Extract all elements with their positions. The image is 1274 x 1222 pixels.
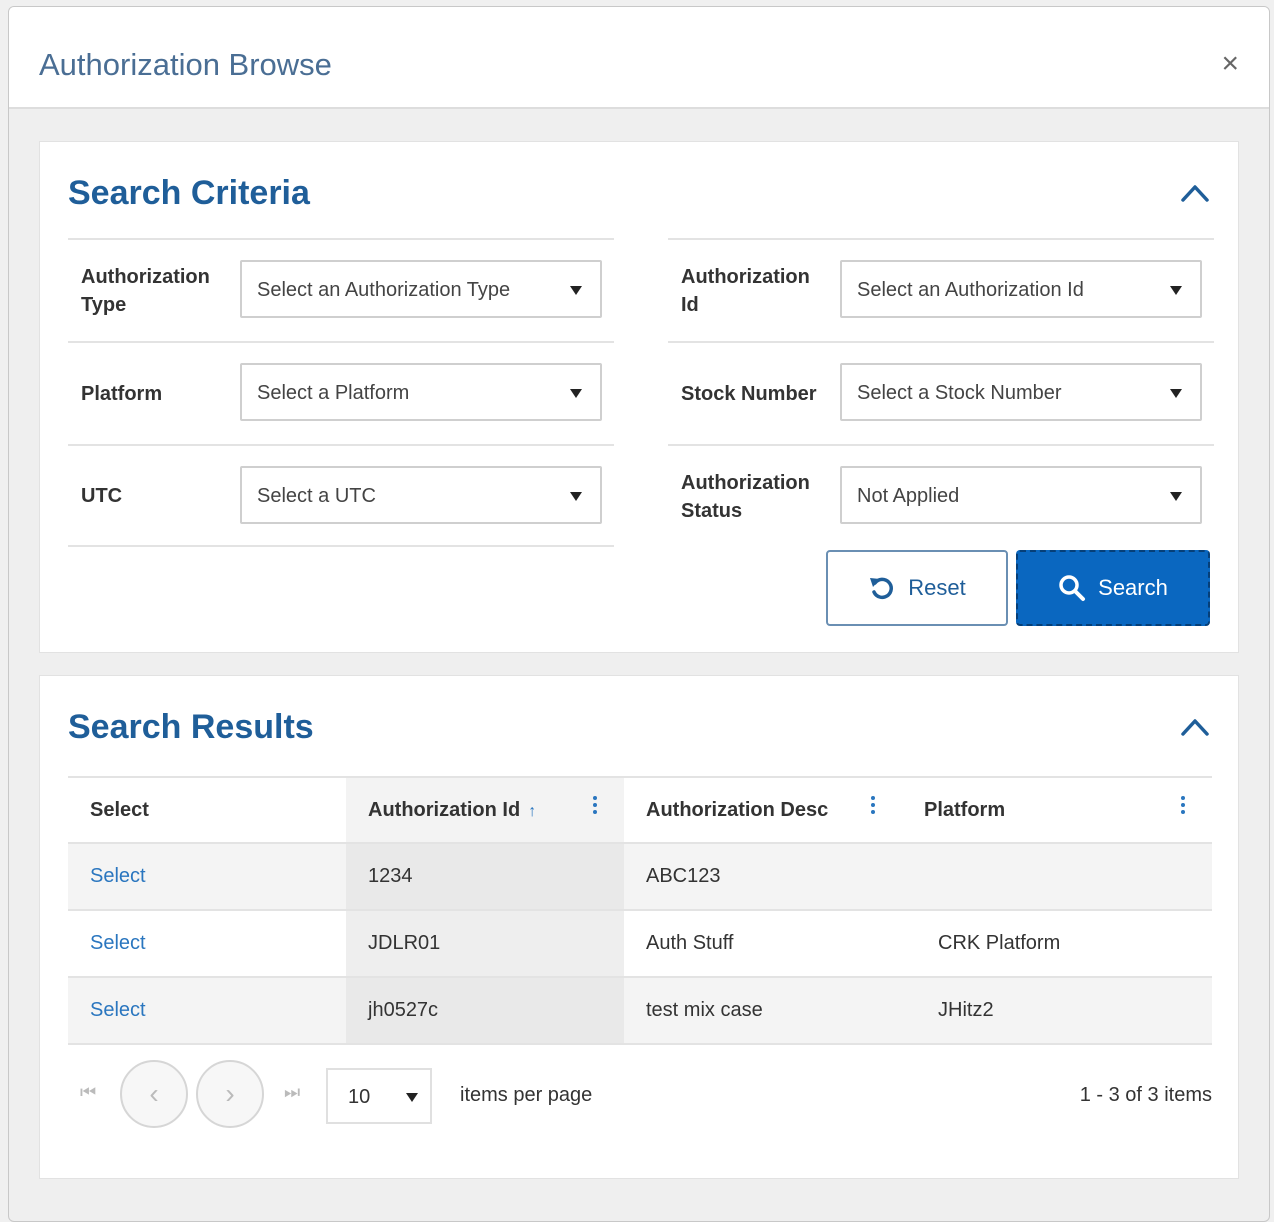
caret-down-icon bbox=[1170, 389, 1182, 398]
select-link[interactable]: Select bbox=[90, 865, 146, 887]
authorization-id-select[interactable]: Select an Authorization Id bbox=[840, 260, 1202, 318]
column-header-label: Select bbox=[90, 798, 149, 821]
platform-label: Platform bbox=[81, 382, 163, 405]
select-link[interactable]: Select bbox=[90, 932, 146, 954]
table-header-row: Select Authorization Id ↑ Authorization D… bbox=[68, 776, 1212, 843]
search-results-panel: Search Results Select Authorization Id ↑ … bbox=[39, 675, 1239, 1179]
search-label: Search bbox=[1098, 575, 1168, 600]
chevron-up-icon bbox=[1181, 185, 1209, 202]
pager: ⏮ ‹ › ⏭ 10 items per page 1 - 3 of 3 ite… bbox=[68, 1060, 1212, 1132]
search-button[interactable]: Search bbox=[1016, 550, 1210, 626]
authorization-type-value: Select an Authorization Type bbox=[257, 279, 511, 301]
stock-number-label: Stock Number bbox=[681, 382, 817, 405]
cell-authorization-id: jh0527c bbox=[346, 976, 624, 1045]
page-size-value: 10 bbox=[348, 1086, 371, 1108]
cell-platform bbox=[902, 842, 1212, 910]
form-row-platform: Platform Select a Platform bbox=[68, 341, 614, 444]
authorization-status-label: Authorization Status bbox=[681, 471, 810, 522]
sort-ascending-icon: ↑ bbox=[528, 802, 537, 820]
search-criteria-title: Search Criteria bbox=[68, 174, 310, 212]
chevron-left-icon: ‹ bbox=[149, 1078, 159, 1109]
table-row: Select JDLR01 Auth Stuff CRK Platform bbox=[68, 909, 1212, 977]
platform-value: Select a Platform bbox=[257, 382, 410, 404]
column-header-label: Platform bbox=[924, 798, 1006, 821]
next-page-button[interactable]: › bbox=[196, 1060, 264, 1128]
results-table: Select Authorization Id ↑ Authorization D… bbox=[68, 776, 1212, 1045]
platform-select[interactable]: Select a Platform bbox=[240, 363, 602, 421]
authorization-status-value: Not Applied bbox=[857, 485, 960, 507]
utc-label: UTC bbox=[81, 484, 123, 507]
caret-down-icon bbox=[1170, 492, 1182, 501]
authorization-browse-dialog: Authorization Browse × Search Criteria A… bbox=[8, 6, 1270, 1222]
cell-authorization-id: JDLR01 bbox=[346, 909, 624, 977]
column-menu-icon[interactable] bbox=[870, 796, 876, 818]
utc-select[interactable]: Select a UTC bbox=[240, 466, 602, 524]
criteria-right-column: Authorization Id Select an Authorization… bbox=[668, 238, 1214, 547]
column-header-authorization-desc[interactable]: Authorization Desc bbox=[624, 776, 902, 843]
form-row-authorization-id: Authorization Id Select an Authorization… bbox=[668, 238, 1214, 341]
items-count: 1 - 3 of 3 items bbox=[1079, 1084, 1212, 1106]
first-page-icon[interactable]: ⏮ bbox=[80, 1082, 96, 1103]
undo-icon bbox=[870, 577, 894, 600]
column-header-select: Select bbox=[68, 776, 346, 843]
table-row: Select 1234 ABC123 bbox=[68, 842, 1212, 910]
form-row-utc: UTC Select a UTC bbox=[68, 444, 614, 547]
stock-number-select[interactable]: Select a Stock Number bbox=[840, 363, 1202, 421]
items-per-page-label: items per page bbox=[460, 1084, 593, 1106]
cell-authorization-desc: ABC123 bbox=[624, 842, 902, 910]
caret-down-icon bbox=[570, 389, 582, 398]
chevron-up-icon bbox=[1181, 719, 1209, 736]
collapse-results-button[interactable] bbox=[1178, 710, 1212, 744]
select-link[interactable]: Select bbox=[90, 999, 146, 1021]
form-row-authorization-type: Authorization Type Select an Authorizati… bbox=[68, 238, 614, 341]
search-results-title: Search Results bbox=[68, 708, 314, 746]
collapse-criteria-button[interactable] bbox=[1178, 176, 1212, 210]
column-menu-icon[interactable] bbox=[592, 796, 598, 818]
column-header-label: Authorization Id bbox=[368, 798, 521, 821]
search-icon bbox=[1059, 575, 1086, 601]
column-header-platform[interactable]: Platform bbox=[902, 776, 1212, 843]
reset-button[interactable]: Reset bbox=[826, 550, 1008, 626]
cell-authorization-id: 1234 bbox=[346, 842, 624, 910]
authorization-id-value: Select an Authorization Id bbox=[857, 279, 1084, 301]
authorization-id-label: Authorization Id bbox=[681, 265, 810, 316]
caret-down-icon bbox=[570, 286, 582, 295]
dialog-title: Authorization Browse bbox=[39, 47, 332, 82]
reset-label: Reset bbox=[908, 575, 966, 600]
column-menu-icon[interactable] bbox=[1180, 796, 1186, 818]
column-header-label: Authorization Desc bbox=[646, 798, 829, 821]
form-row-stock-number: Stock Number Select a Stock Number bbox=[668, 341, 1214, 444]
dialog-header: Authorization Browse × bbox=[9, 7, 1269, 109]
cell-platform: JHitz2 bbox=[902, 976, 1212, 1045]
cell-authorization-desc: Auth Stuff bbox=[624, 909, 902, 977]
close-button[interactable]: × bbox=[1221, 49, 1239, 79]
table-row: Select jh0527c test mix case JHitz2 bbox=[68, 976, 1212, 1045]
authorization-type-select[interactable]: Select an Authorization Type bbox=[240, 260, 602, 318]
stock-number-value: Select a Stock Number bbox=[857, 382, 1062, 404]
column-header-authorization-id[interactable]: Authorization Id ↑ bbox=[346, 776, 624, 843]
authorization-status-select[interactable]: Not Applied bbox=[840, 466, 1202, 524]
caret-down-icon bbox=[406, 1093, 418, 1102]
criteria-left-column: Authorization Type Select an Authorizati… bbox=[68, 238, 614, 547]
page-size-select[interactable]: 10 bbox=[326, 1068, 432, 1124]
utc-value: Select a UTC bbox=[257, 485, 376, 507]
cell-authorization-desc: test mix case bbox=[624, 976, 902, 1045]
last-page-icon[interactable]: ⏭ bbox=[284, 1082, 300, 1103]
prev-page-button[interactable]: ‹ bbox=[120, 1060, 188, 1128]
caret-down-icon bbox=[570, 492, 582, 501]
search-criteria-panel: Search Criteria Authorization Type Selec… bbox=[39, 141, 1239, 653]
form-row-authorization-status: Authorization Status Not Applied bbox=[668, 444, 1214, 547]
authorization-type-label: Authorization Type bbox=[81, 265, 210, 316]
chevron-right-icon: › bbox=[225, 1078, 235, 1109]
caret-down-icon bbox=[1170, 286, 1182, 295]
cell-platform: CRK Platform bbox=[902, 909, 1212, 977]
